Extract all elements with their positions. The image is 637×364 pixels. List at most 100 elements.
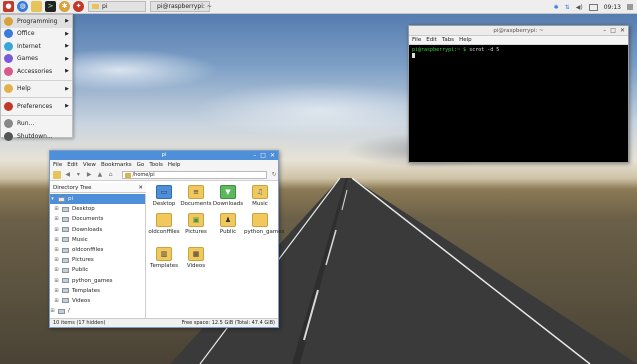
address-path: /home/pi — [132, 171, 155, 178]
menu-edit[interactable]: Edit — [426, 37, 437, 43]
taskbar-task-terminal[interactable]: pi@raspberrypi: ~ — [150, 1, 212, 12]
grid-item-pictures[interactable]: ▣ Pictures — [180, 213, 212, 235]
grid-item-public[interactable]: ♟ Public — [212, 213, 244, 235]
collapse-icon[interactable]: ▾ — [50, 196, 55, 202]
expand-icon[interactable]: ⊞ — [54, 227, 59, 233]
home-icon[interactable]: ⌂ — [107, 171, 115, 179]
menu-file[interactable]: File — [53, 162, 62, 168]
tree-item-public[interactable]: ⊞ Public — [50, 265, 145, 275]
close-icon[interactable]: ✕ — [270, 151, 275, 160]
expand-icon[interactable]: ⊞ — [54, 216, 59, 222]
bluetooth-icon[interactable]: ✱ — [554, 4, 559, 11]
back-icon[interactable]: ◀ — [64, 171, 72, 179]
grid-item-desktop[interactable]: ▭ Desktop — [148, 185, 180, 207]
volume-icon[interactable]: ◀) — [576, 4, 583, 11]
minimize-icon[interactable]: – — [603, 26, 606, 36]
window-title: pi — [161, 152, 167, 158]
menu-item-shutdown[interactable]: Shutdown... — [1, 130, 72, 143]
maximize-icon[interactable]: □ — [260, 151, 266, 160]
grid-item-documents[interactable]: ≡ Documents — [180, 185, 212, 207]
menu-file[interactable]: File — [412, 37, 421, 43]
menu-bookmarks[interactable]: Bookmarks — [101, 162, 132, 168]
tree-item-oldconffiles[interactable]: ⊞ oldconffiles — [50, 245, 145, 255]
desktop-folder-icon: ▭ — [156, 185, 172, 199]
menu-view[interactable]: View — [83, 162, 96, 168]
mathematica-icon[interactable]: ✱ — [59, 1, 70, 12]
menu-edit[interactable]: Edit — [67, 162, 78, 168]
menu-item-label: Shutdown... — [17, 132, 53, 140]
expand-icon[interactable]: ⊞ — [54, 257, 59, 263]
grid-item-videos[interactable]: ▦ Videos — [180, 247, 212, 269]
menu-item-accessories[interactable]: Accessories ▶ — [1, 65, 72, 78]
go-icon[interactable]: ↻ — [270, 171, 278, 179]
menu-item-programming[interactable]: Programming ▶ — [1, 15, 72, 28]
tree-item-pi[interactable]: ▾ pi — [50, 194, 145, 205]
tree-item-videos[interactable]: ⊞ Videos — [50, 296, 145, 306]
expand-icon[interactable]: ⊞ — [54, 206, 59, 212]
maximize-icon[interactable]: □ — [610, 26, 616, 36]
eject-icon[interactable] — [627, 4, 633, 10]
tree-item-downloads[interactable]: ⊞ Downloads — [50, 225, 145, 235]
menu-item-office[interactable]: Office ▶ — [1, 28, 72, 41]
history-icon[interactable]: ▾ — [75, 171, 83, 179]
tree-item-root[interactable]: ⊞ / — [50, 306, 145, 316]
tree-item-label: Documents — [72, 216, 104, 223]
tree-item-documents[interactable]: ⊞ Documents — [50, 214, 145, 224]
forward-icon[interactable]: ▶ — [85, 171, 93, 179]
menu-tools[interactable]: Tools — [149, 162, 163, 168]
expand-icon[interactable]: ⊞ — [54, 278, 59, 284]
menu-help[interactable]: Help — [168, 162, 181, 168]
tree-item-music[interactable]: ⊞ Music — [50, 235, 145, 245]
clock[interactable]: 09:13 — [604, 4, 621, 11]
tree-item-label: Templates — [72, 287, 100, 294]
web-browser-icon[interactable]: ◍ — [17, 1, 28, 12]
menu-item-games[interactable]: Games ▶ — [1, 53, 72, 66]
terminal-body[interactable]: pi@raspberrypi:~ $ scrot -d 5 — [409, 45, 628, 61]
grid-item-label: Public — [219, 229, 237, 235]
menu-item-run[interactable]: Run... — [1, 118, 72, 131]
expand-icon[interactable]: ⊞ — [50, 308, 55, 314]
expand-icon[interactable]: ⊞ — [54, 288, 59, 294]
grid-item-python-games[interactable]: python_games — [244, 213, 284, 235]
expand-icon[interactable]: ⊞ — [54, 267, 59, 273]
grid-item-label: Documents — [180, 201, 212, 207]
address-bar[interactable]: /home/pi — [121, 170, 268, 179]
menu-item-internet[interactable]: Internet ▶ — [1, 40, 72, 53]
network-icon[interactable]: ⇅ — [565, 4, 570, 11]
tree-item-pictures[interactable]: ⊞ Pictures — [50, 255, 145, 265]
menu-item-preferences[interactable]: Preferences ▶ — [1, 100, 72, 113]
menu-tabs[interactable]: Tabs — [442, 37, 454, 43]
grid-item-music[interactable]: ♫ Music — [244, 185, 276, 207]
terminal-launcher-icon[interactable]: > — [45, 1, 56, 12]
terminal-menubar: File Edit Tabs Help — [409, 36, 628, 45]
grid-item-oldconffiles[interactable]: oldconffiles — [148, 213, 180, 235]
tree-item-templates[interactable]: ⊞ Templates — [50, 286, 145, 296]
grid-item-label: oldconffiles — [148, 229, 180, 235]
grid-item-downloads[interactable]: ▼ Downloads — [212, 185, 244, 207]
submenu-arrow-icon: ▶ — [65, 55, 69, 62]
taskbar-task-filemanager[interactable]: pi — [88, 1, 146, 12]
raspberry-menu-icon[interactable]: ● — [3, 1, 14, 12]
submenu-arrow-icon: ▶ — [65, 85, 69, 92]
up-icon[interactable]: ▲ — [96, 171, 104, 179]
expand-icon[interactable]: ⊞ — [54, 247, 59, 253]
folder-icon — [62, 288, 69, 294]
menu-help[interactable]: Help — [459, 37, 472, 43]
minimize-icon[interactable]: – — [253, 151, 256, 160]
expand-icon[interactable]: ⊞ — [54, 237, 59, 243]
wolfram-icon[interactable]: ✦ — [73, 1, 84, 12]
tree-item-label: python_games — [72, 277, 113, 284]
file-manager-titlebar[interactable]: pi – □ ✕ — [50, 151, 278, 160]
grid-item-templates[interactable]: ▥ Templates — [148, 247, 180, 269]
close-icon[interactable]: ✕ — [620, 26, 625, 36]
expand-icon[interactable]: ⊞ — [54, 298, 59, 304]
tree-item-desktop[interactable]: ⊞ Desktop — [50, 204, 145, 214]
tree-item-python-games[interactable]: ⊞ python_games — [50, 276, 145, 286]
new-tab-icon[interactable] — [53, 170, 61, 179]
menu-item-help[interactable]: Help ▶ — [1, 83, 72, 96]
pane-close-icon[interactable]: ✕ — [138, 183, 143, 193]
file-manager-icon[interactable] — [31, 1, 42, 12]
terminal-titlebar[interactable]: pi@raspberrypi: ~ – □ ✕ — [409, 26, 628, 36]
home-folder-icon — [58, 196, 65, 202]
menu-go[interactable]: Go — [137, 162, 145, 168]
